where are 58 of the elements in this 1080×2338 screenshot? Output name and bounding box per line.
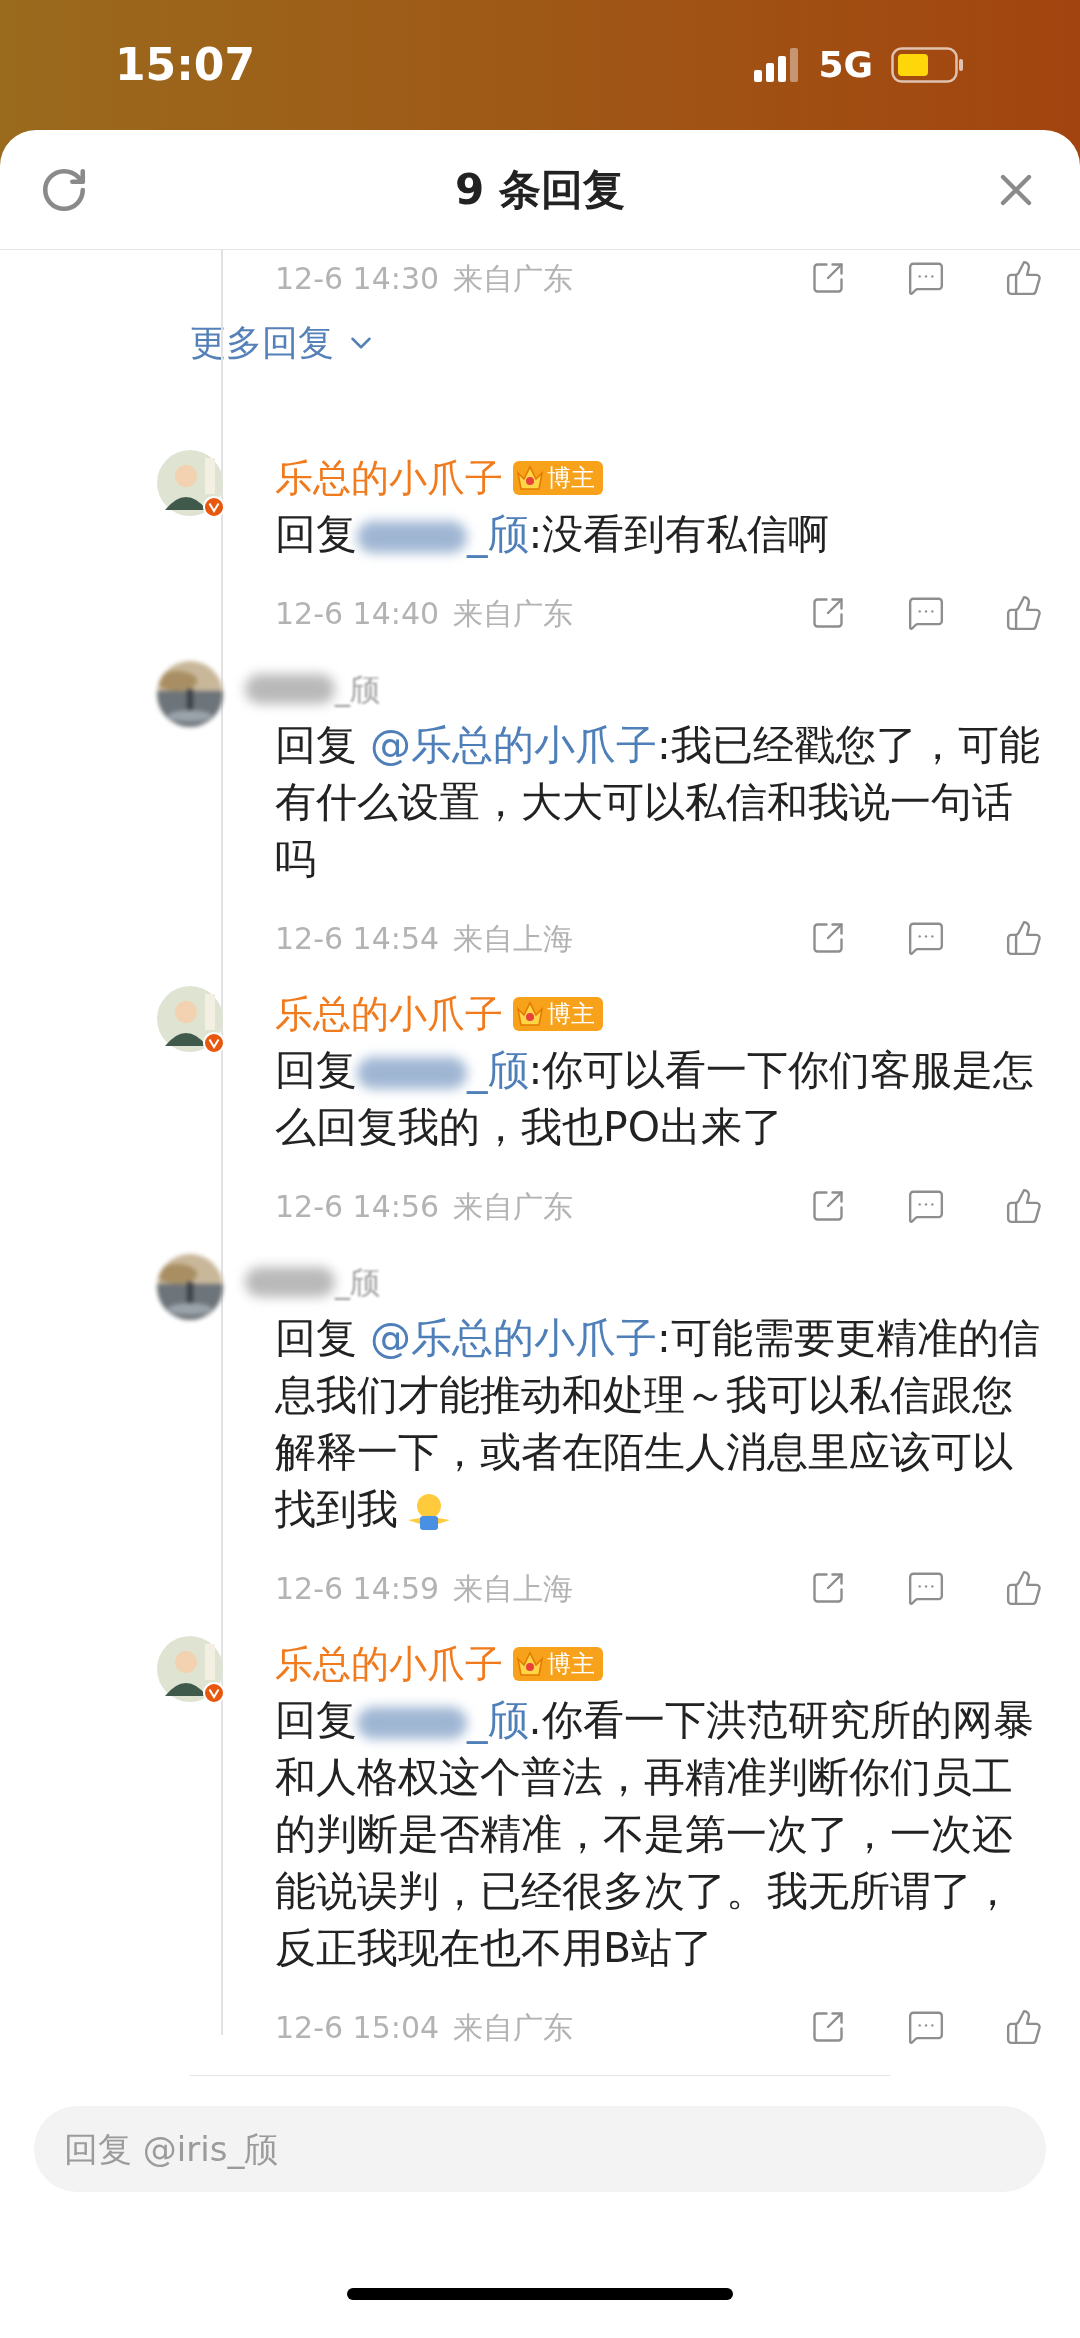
share-icon (810, 2009, 846, 2045)
comment-time: 12-6 14:59 (275, 1569, 440, 1608)
comment-location: 来自广东 (453, 1187, 574, 1226)
blogger-badge: 博主 (513, 461, 603, 495)
thumbs-up-icon (1005, 1187, 1043, 1225)
sheet-title: 9 条回复 (454, 164, 626, 216)
comment-time: 12-6 14:54 (275, 919, 440, 958)
status-time: 15:07 (115, 38, 256, 92)
thumbs-up-icon (1005, 594, 1043, 632)
comment-time: 12-6 14:40 (275, 594, 440, 633)
share-icon (810, 1188, 846, 1224)
thumbs-up-icon (1005, 919, 1043, 957)
mention-link[interactable]: _颀 (467, 1696, 529, 1744)
signal-icon (754, 48, 801, 82)
network-type: 5G (818, 43, 873, 87)
share-icon (810, 595, 846, 631)
thumbs-up-icon (1005, 259, 1043, 297)
blogger-badge: 博主 (513, 1647, 603, 1681)
thumbs-up-icon (1005, 1569, 1043, 1607)
thumbs-up-icon (1005, 2008, 1043, 2046)
avatar[interactable] (157, 1636, 223, 1702)
like-button[interactable] (1004, 593, 1044, 633)
share-icon (810, 260, 846, 296)
share-icon (810, 1570, 846, 1606)
comment-time: 12-6 14:56 (275, 1187, 440, 1226)
reply-field[interactable]: 回复 @iris_颀 (34, 2106, 1046, 2192)
comment-location: 来自上海 (453, 919, 574, 958)
comment-time: 12-6 15:04 (275, 2008, 440, 2047)
crown-icon (515, 1649, 545, 1679)
crown-icon (515, 999, 545, 1029)
avatar[interactable] (157, 986, 223, 1052)
comment-time: 12-6 14:30 (275, 259, 440, 298)
mention-link[interactable]: _颀 (467, 510, 529, 558)
mention-link[interactable]: @乐总的小爪子 (370, 1314, 658, 1362)
author-name[interactable]: 乐总的小爪子 (275, 985, 503, 1043)
like-button[interactable] (1004, 1186, 1044, 1226)
comment-text: 回复 _颀:没看到有私信啊 (275, 509, 831, 560)
like-button[interactable] (1004, 1568, 1044, 1608)
comment-text: 回复 @乐总的小爪子:可能需要更精准的信息我们才能推动和处理～我可以私信跟您解释一下，或者在陌生人消息里应该可以找到我 (275, 1313, 1041, 1535)
comment-text: 回复 _颀.你看一下洪范研究所的网暴和人格权这个普法，再精准判断你们员工的判断是否精准，不是第一次了，一次还能说误判，已经很多次了。我无所谓了，反正我现在也不用B站了 (275, 1695, 1035, 1974)
crown-icon (515, 463, 545, 493)
share-icon (810, 920, 846, 956)
mention-link[interactable]: @乐总的小爪子 (370, 721, 658, 769)
comment-location: 来自上海 (453, 1569, 574, 1608)
author-name[interactable]: 乐总的小爪子 (275, 449, 503, 507)
comment-location: 来自广东 (453, 594, 574, 633)
comment-location: 来自广东 (453, 259, 574, 298)
comment-text: 回复 _颀:你可以看一下你们客服是怎么回复我的，我也PO出来了 (275, 1045, 1036, 1153)
battery-icon (891, 47, 965, 83)
like-button[interactable] (1004, 918, 1044, 958)
author-name[interactable]: 乐总的小爪子 (275, 1635, 503, 1693)
blogger-badge: 博主 (513, 997, 603, 1031)
mention-link[interactable]: _颀 (467, 1046, 529, 1094)
comment-location: 来自广东 (453, 2008, 574, 2047)
comment-text: 回复 @乐总的小爪子:我已经戳您了，可能有什么设置，大大可以私信和我说一句话吗 (275, 720, 1041, 885)
avatar[interactable] (157, 450, 223, 516)
like-button[interactable] (1004, 258, 1044, 298)
like-button[interactable] (1004, 2007, 1044, 2047)
